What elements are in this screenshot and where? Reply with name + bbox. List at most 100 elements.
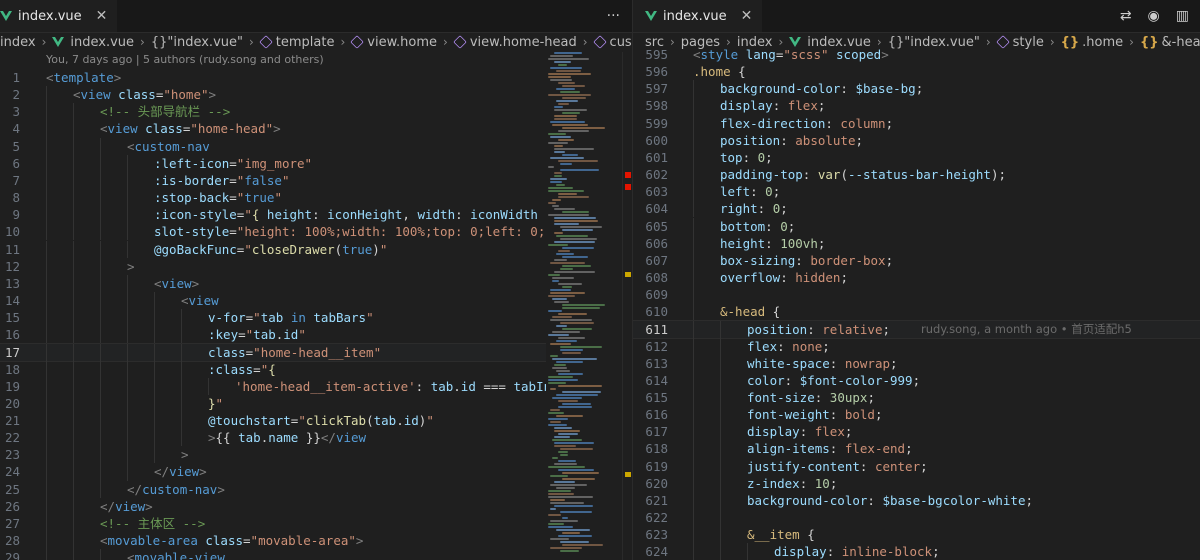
breadcrumb-item[interactable]: {}"index.vue" bbox=[151, 35, 243, 50]
code-text: right: 0; bbox=[720, 200, 788, 217]
code-line[interactable]: 6:left-icon="img_more" bbox=[0, 154, 632, 172]
breadcrumb-item[interactable]: template bbox=[259, 35, 334, 50]
left-code-area[interactable]: 1 <template> 2 <view class="home"> 3 <!-- 头部导… bbox=[0, 69, 632, 560]
right-editor-pane[interactable]: index.vue ✕ ⇄ ◉ ▥ src › pages › index › index.… bbox=[632, 0, 1200, 560]
code-token: 10 bbox=[814, 475, 830, 491]
code-line[interactable]: 25 </custom-nav> bbox=[0, 480, 632, 498]
left-file-tab[interactable]: index.vue ✕ bbox=[0, 0, 118, 32]
breadcrumb-item[interactable]: view.home bbox=[350, 35, 437, 50]
code-line[interactable]: 29 <movable-view bbox=[0, 549, 632, 560]
code-line[interactable]: 10 slot-style="height: 100%;width: 100%;t… bbox=[0, 223, 632, 241]
code-line[interactable]: 620 z-index: 10; bbox=[633, 474, 1200, 492]
code-line[interactable]: 618 align-items: flex-end; bbox=[633, 440, 1200, 458]
right-code-area[interactable]: 595 <style lang="scss" scoped> 596 .home {5… bbox=[633, 46, 1200, 560]
code-line[interactable]: 17 class="home-head__item" bbox=[0, 343, 632, 363]
minimap[interactable] bbox=[546, 52, 622, 560]
open-preview-icon[interactable]: ◉ bbox=[1148, 8, 1160, 24]
code-line[interactable]: 604 right: 0; bbox=[633, 200, 1200, 218]
line-number: 617 bbox=[645, 424, 668, 440]
code-line[interactable]: 601 top: 0; bbox=[633, 148, 1200, 167]
code-line[interactable]: 23 > bbox=[0, 446, 632, 464]
code-token: : bbox=[795, 252, 811, 268]
breadcrumb-item[interactable]: view.home-head bbox=[453, 35, 577, 50]
code-line[interactable]: 1 <template> bbox=[0, 69, 632, 86]
code-line[interactable]: 597 background-color: $base-bg; bbox=[633, 80, 1200, 98]
right-file-tab[interactable]: index.vue ✕ bbox=[633, 0, 763, 32]
code-line[interactable]: 605 bottom: 0; bbox=[633, 217, 1200, 235]
code-line[interactable]: 595 <style lang="scss" scoped> bbox=[633, 46, 1200, 63]
code-line[interactable]: 8:stop-back="true" bbox=[0, 189, 632, 207]
code-line[interactable]: 14 <view bbox=[0, 291, 632, 310]
code-line[interactable]: 16:key="tab.id" bbox=[0, 326, 632, 344]
vue-file-icon bbox=[0, 11, 12, 21]
overview-ruler[interactable] bbox=[622, 52, 632, 560]
indent-guide bbox=[693, 491, 694, 510]
code-line[interactable]: 613 white-space: nowrap; bbox=[633, 354, 1200, 372]
code-line[interactable]: 614 color: $font-color-999; bbox=[633, 371, 1200, 389]
indent-guide bbox=[154, 377, 155, 395]
code-line[interactable]: 617 display: flex; bbox=[633, 423, 1200, 441]
minimap-line bbox=[558, 313, 587, 315]
code-line[interactable]: 607 box-sizing: border-box; bbox=[633, 251, 1200, 269]
left-editor-pane[interactable]: index.vue ✕ ··· index › index.vue › {}"index… bbox=[0, 0, 632, 560]
code-line[interactable]: 28 <movable-area class="movable-area"> bbox=[0, 532, 632, 550]
code-line[interactable]: 600 position: absolute; bbox=[633, 131, 1200, 149]
code-line[interactable]: 4 <view class="home-head"> bbox=[0, 120, 632, 138]
code-line[interactable]: 24 </view> bbox=[0, 463, 632, 481]
code-line[interactable]: 5 <custom-nav bbox=[0, 137, 632, 155]
code-line[interactable]: 27 <!-- 主体区 --> bbox=[0, 514, 632, 533]
code-line[interactable]: 2 <view class="home"> bbox=[0, 86, 632, 104]
breadcrumb-item[interactable]: index bbox=[0, 35, 36, 50]
close-icon[interactable]: ✕ bbox=[96, 8, 108, 24]
code-text: </view> bbox=[154, 463, 207, 480]
breadcrumb-item[interactable]: index.vue bbox=[52, 35, 134, 50]
code-token: ; bbox=[874, 407, 883, 423]
breadcrumb-item[interactable]: custom-nav bbox=[592, 35, 632, 50]
code-line[interactable]: 602 padding-top: var(--status-bar-height)… bbox=[633, 166, 1200, 184]
minimap-line bbox=[562, 478, 595, 480]
code-line[interactable]: 619 justify-content: center; bbox=[633, 457, 1200, 475]
code-line[interactable]: 11 @goBackFunc="closeDrawer(true)" bbox=[0, 240, 632, 258]
code-line[interactable]: 12 > bbox=[0, 257, 632, 275]
code-line[interactable]: 7:is-border="false" bbox=[0, 171, 632, 190]
code-line[interactable]: 612 flex: none; bbox=[633, 337, 1200, 355]
minimap-line bbox=[550, 181, 562, 183]
code-line[interactable]: 15 v-for="tab in tabBars" bbox=[0, 309, 632, 327]
code-line[interactable]: 616 font-weight: bold; bbox=[633, 406, 1200, 424]
code-line[interactable]: 622 bbox=[633, 509, 1200, 527]
codelens-blame[interactable]: You, 7 days ago | 5 authors (rudy.song a… bbox=[46, 53, 324, 69]
code-line[interactable]: 611 position: relative; rudy.song, a month… bbox=[633, 320, 1200, 340]
code-line[interactable]: 609 bbox=[633, 286, 1200, 304]
code-line[interactable]: 603 left: 0; bbox=[633, 183, 1200, 201]
indent-guide bbox=[100, 291, 101, 310]
code-line[interactable]: 19 'home-head__item-active': tab.id === t… bbox=[0, 377, 632, 395]
code-line[interactable]: 621 background-color: $base-bgcolor-white… bbox=[633, 491, 1200, 510]
code-line[interactable]: 598 display: flex; bbox=[633, 97, 1200, 115]
code-line[interactable]: 3 <!-- 头部导航栏 --> bbox=[0, 103, 632, 121]
code-line[interactable]: 624 display: inline-block; bbox=[633, 543, 1200, 560]
code-line[interactable]: 21 @touchstart="clickTab(tab.id)" bbox=[0, 412, 632, 430]
more-actions-icon[interactable]: ··· bbox=[607, 8, 620, 24]
line-number: 601 bbox=[645, 149, 668, 165]
code-line[interactable]: 608 overflow: hidden; bbox=[633, 268, 1200, 287]
left-breadcrumb[interactable]: index › index.vue › {}"index.vue" › template › v… bbox=[0, 32, 632, 52]
code-line[interactable]: 610 &-head { bbox=[633, 303, 1200, 321]
code-line[interactable]: 20}" bbox=[0, 394, 632, 412]
code-line[interactable]: 596 .home { bbox=[633, 63, 1200, 80]
code-line[interactable]: 22 >{{ tab.name }}</view bbox=[0, 429, 632, 447]
code-line[interactable]: 606 height: 100vh; bbox=[633, 234, 1200, 252]
code-line[interactable]: 615 font-size: 30upx; bbox=[633, 389, 1200, 407]
code-line[interactable]: 9:icon-style="{ height: iconHeight, widt… bbox=[0, 206, 632, 224]
code-line[interactable]: 26 </view> bbox=[0, 497, 632, 515]
code-line[interactable]: 18:class="{ bbox=[0, 360, 632, 378]
code-text: background-color: $base-bgcolor-white; bbox=[747, 492, 1033, 509]
code-line[interactable]: 599 flex-direction: column; bbox=[633, 114, 1200, 132]
code-token: box-sizing bbox=[720, 252, 796, 268]
compare-changes-icon[interactable]: ⇄ bbox=[1120, 8, 1132, 24]
split-editor-icon[interactable]: ▥ bbox=[1176, 8, 1189, 24]
code-line[interactable]: 13 <view> bbox=[0, 274, 632, 292]
code-line[interactable]: 623 &__item { bbox=[633, 526, 1200, 544]
indent-guide bbox=[73, 549, 74, 560]
minimap-line bbox=[550, 547, 582, 549]
close-icon[interactable]: ✕ bbox=[741, 8, 753, 24]
